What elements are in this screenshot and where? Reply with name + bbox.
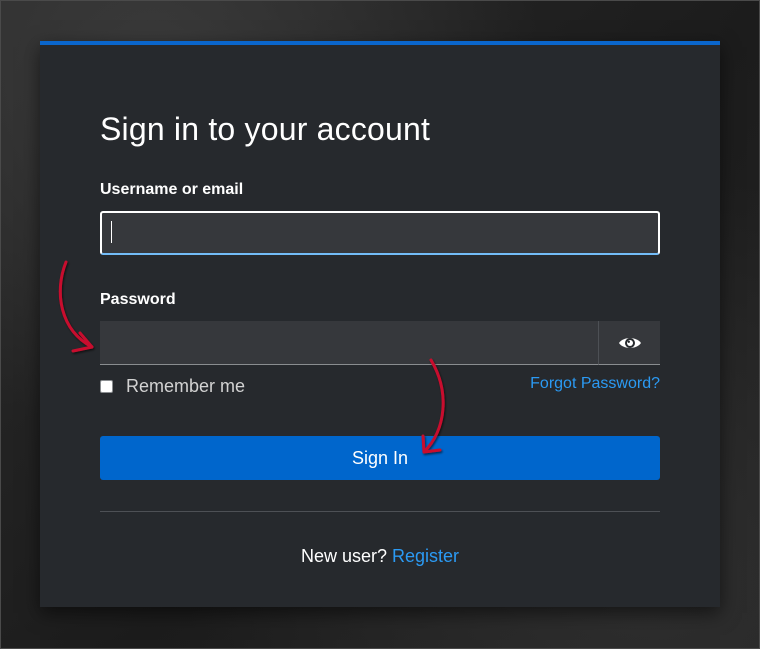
remember-me-label: Remember me xyxy=(126,375,246,396)
password-label: Password xyxy=(100,291,176,308)
password-field-group xyxy=(100,321,660,365)
register-link[interactable]: Register xyxy=(392,546,459,566)
text-cursor xyxy=(111,221,112,243)
username-label: Username or email xyxy=(100,181,244,198)
forgot-password-link[interactable]: Forgot Password? xyxy=(530,375,660,393)
login-card: Sign in to your account Username or emai… xyxy=(40,41,720,607)
eye-icon xyxy=(618,335,642,351)
remember-me-checkbox[interactable] xyxy=(100,379,113,393)
remember-me-row: Remember me xyxy=(100,375,245,397)
divider xyxy=(100,511,660,512)
password-input[interactable] xyxy=(100,321,598,365)
sign-in-button[interactable]: Sign In xyxy=(100,436,660,480)
register-row: New user? Register xyxy=(40,546,720,567)
new-user-prompt: New user? xyxy=(300,546,387,566)
username-input[interactable] xyxy=(100,211,660,255)
show-password-button[interactable] xyxy=(598,321,660,365)
page-title: Sign in to your account xyxy=(100,111,431,147)
